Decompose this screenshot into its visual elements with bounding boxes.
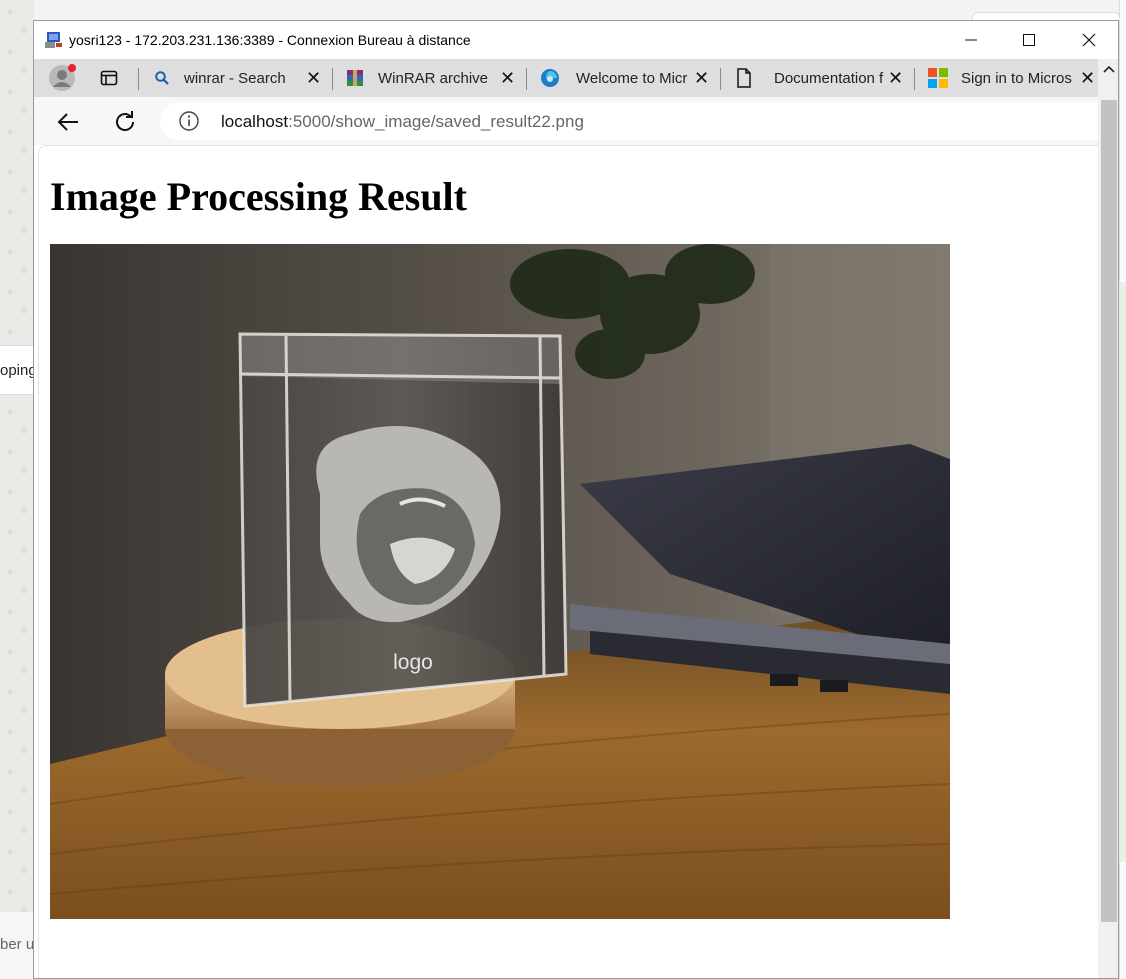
- tab-separator: [332, 68, 333, 90]
- tab-separator: [720, 68, 721, 90]
- back-button[interactable]: [54, 107, 84, 137]
- tab-label: winrar - Search: [184, 69, 286, 87]
- remote-desktop-window: yosri123 - 172.203.231.136:3389 - Connex…: [33, 20, 1119, 979]
- close-icon: [1082, 33, 1096, 47]
- url-text: localhost:5000/show_image/saved_result22…: [221, 112, 584, 132]
- tab-label: Sign in to Micros: [961, 69, 1072, 87]
- background-snippet-text-bottom: ber u: [0, 936, 34, 953]
- browser-window: winrar - Search ✕ WinRAR archiver ✕ Welc…: [34, 59, 1118, 978]
- close-button[interactable]: [1060, 21, 1118, 59]
- tab-documentation[interactable]: Documentation f ✕: [726, 59, 914, 97]
- result-image: logo: [50, 244, 950, 919]
- edge-icon: [541, 69, 559, 87]
- background-window-snippet: oping: [0, 345, 34, 395]
- tab-close-icon[interactable]: ✕: [306, 68, 321, 89]
- tab-label: Welcome to Micr: [576, 69, 688, 87]
- tab-close-icon[interactable]: ✕: [1080, 68, 1095, 89]
- window-title: yosri123 - 172.203.231.136:3389 - Connex…: [69, 32, 471, 48]
- vertical-tabs-button[interactable]: [100, 59, 126, 97]
- minimize-button[interactable]: [942, 21, 1000, 59]
- tab-close-icon[interactable]: ✕: [888, 68, 903, 89]
- tab-welcome-microsoft[interactable]: Welcome to Micr ✕: [532, 59, 720, 97]
- maximize-button[interactable]: [1000, 21, 1058, 59]
- minimize-icon: [965, 39, 977, 41]
- search-icon: [155, 71, 169, 85]
- url-path: :5000/show_image/saved_result22.png: [288, 112, 584, 131]
- tab-winrar-archiver[interactable]: WinRAR archiver ✕: [338, 59, 526, 97]
- reload-button[interactable]: [110, 107, 140, 137]
- tab-strip: winrar - Search ✕ WinRAR archiver ✕ Welc…: [34, 59, 1098, 97]
- scrollbar-thumb[interactable]: [1101, 100, 1117, 922]
- page-title: Image Processing Result: [50, 174, 467, 219]
- sidebar-toggle-icon: [100, 70, 118, 86]
- vertical-scrollbar[interactable]: [1098, 97, 1118, 978]
- address-bar[interactable]: localhost:5000/show_image/saved_result22…: [160, 102, 1118, 140]
- tab-close-icon[interactable]: ✕: [694, 68, 709, 89]
- reload-icon: [116, 111, 134, 131]
- background-snippet-text: oping: [0, 362, 34, 379]
- engraving-label: logo: [393, 651, 433, 674]
- profile-avatar-icon: [49, 64, 76, 91]
- chevron-up-icon: [1103, 65, 1115, 73]
- winrar-icon: [347, 70, 363, 86]
- profile-button[interactable]: [48, 59, 82, 97]
- tab-sign-in-microsoft[interactable]: Sign in to Micros ✕: [920, 59, 1098, 97]
- desktop-background-left: [0, 0, 34, 979]
- tab-label: WinRAR archiver: [378, 69, 488, 87]
- remote-desktop-icon: [44, 30, 64, 50]
- tab-separator: [914, 68, 915, 90]
- window-titlebar[interactable]: yosri123 - 172.203.231.136:3389 - Connex…: [34, 21, 1118, 59]
- background-window-snippet-bottom: ber u: [0, 912, 34, 979]
- browser-toolbar: localhost:5000/show_image/saved_result22…: [34, 97, 1118, 145]
- info-icon[interactable]: [178, 110, 200, 132]
- tab-separator: [138, 68, 139, 90]
- document-icon: [737, 68, 751, 88]
- tab-label: Documentation f: [774, 69, 884, 87]
- tab-close-icon[interactable]: ✕: [500, 68, 515, 89]
- desktop-background-top: [34, 0, 1126, 20]
- url-host: localhost: [221, 112, 289, 131]
- background-window-panel: [1119, 282, 1126, 862]
- tab-separator: [526, 68, 527, 90]
- maximize-icon: [1023, 34, 1035, 46]
- microsoft-icon: [928, 68, 948, 88]
- tab-scroll-up-button[interactable]: [1098, 59, 1118, 97]
- page-content: Image Processing Result logo: [38, 145, 1098, 978]
- tab-winrar-search[interactable]: winrar - Search ✕: [144, 59, 332, 97]
- arrow-left-icon: [57, 113, 78, 131]
